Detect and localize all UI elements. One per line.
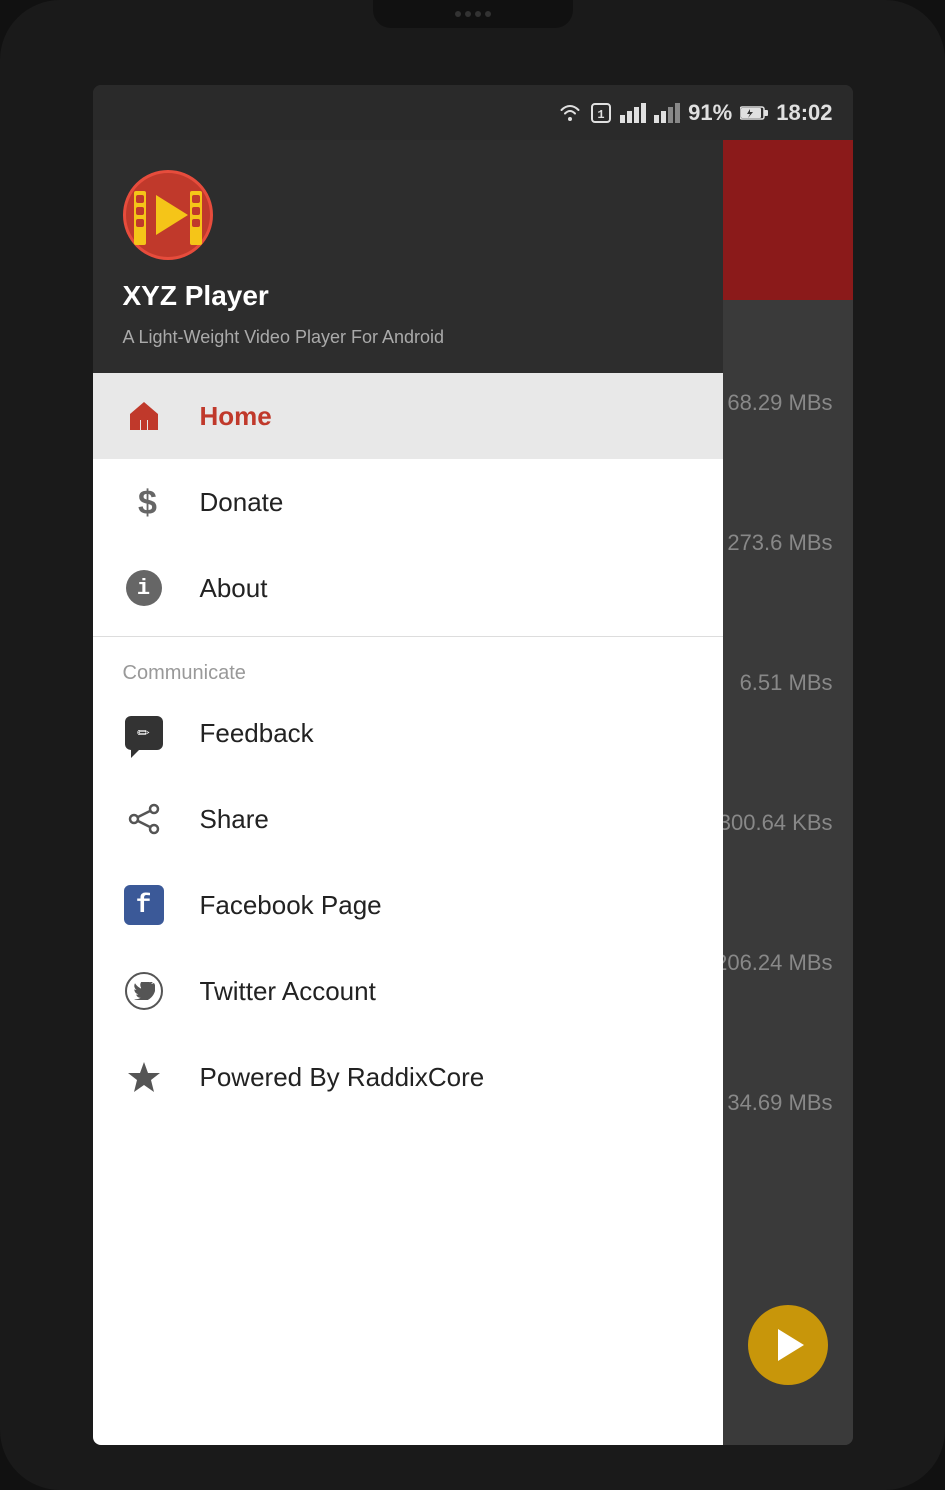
status-icons: 1 91% — [558, 100, 832, 126]
nav-item-powered-label: Powered By RaddixCore — [200, 1062, 485, 1093]
fab-play-button[interactable] — [748, 1305, 828, 1385]
nav-items: Home $ Donate i — [93, 373, 723, 1445]
navigation-drawer: XYZ Player A Light-Weight Video Player F… — [93, 140, 723, 1445]
filesize-1: 68.29 MBs — [727, 390, 832, 416]
nav-item-home[interactable]: Home — [93, 373, 723, 459]
star-icon — [123, 1056, 165, 1098]
info-icon: i — [123, 567, 165, 609]
nav-section-communicate: Communicate — [93, 642, 723, 690]
dollar-icon: $ — [123, 481, 165, 523]
nav-item-facebook[interactable]: f Facebook Page — [93, 862, 723, 948]
app-name: XYZ Player — [123, 280, 693, 312]
nav-item-home-label: Home — [200, 401, 272, 432]
nav-item-powered[interactable]: Powered By RaddixCore — [93, 1034, 723, 1120]
app-subtitle: A Light-Weight Video Player For Android — [123, 327, 693, 348]
content-area: 68.29 MBs 273.6 MBs 6.51 MBs 300.64 KBs … — [93, 140, 853, 1445]
nav-item-donate-label: Donate — [200, 487, 284, 518]
dark-red-header — [708, 140, 853, 300]
play-icon-logo — [156, 195, 188, 235]
battery-icon — [740, 105, 768, 121]
svg-text:1: 1 — [598, 108, 605, 122]
facebook-icon: f — [123, 884, 165, 926]
nav-item-share-label: Share — [200, 804, 269, 835]
nav-item-share[interactable]: Share — [93, 776, 723, 862]
signal-icon — [620, 103, 646, 123]
filesize-2: 273.6 MBs — [727, 530, 832, 556]
filesize-4: 300.64 KBs — [719, 810, 833, 836]
signal2-icon — [654, 103, 680, 123]
notification-icon: 1 — [590, 102, 612, 124]
app-logo — [123, 170, 213, 260]
feedback-icon: ✎ — [123, 712, 165, 754]
film-strip-left — [134, 191, 146, 245]
nav-item-donate[interactable]: $ Donate — [93, 459, 723, 545]
status-bar: 1 91% — [93, 85, 853, 140]
battery-percent: 91% — [688, 100, 732, 126]
phone-frame: 1 91% — [0, 0, 945, 1490]
phone-notch — [373, 0, 573, 28]
time-display: 18:02 — [776, 100, 832, 126]
film-strip-right — [190, 191, 202, 245]
nav-item-feedback[interactable]: ✎ Feedback — [93, 690, 723, 776]
filesize-6: 34.69 MBs — [727, 1090, 832, 1116]
filesize-3: 6.51 MBs — [740, 670, 833, 696]
share-icon — [123, 798, 165, 840]
nav-item-facebook-label: Facebook Page — [200, 890, 382, 921]
filesize-5: 206.24 MBs — [715, 950, 832, 976]
svg-text:$: $ — [138, 484, 157, 520]
fab-play-icon — [778, 1329, 804, 1361]
screen: 1 91% — [93, 85, 853, 1445]
nav-item-about[interactable]: i About — [93, 545, 723, 631]
twitter-icon — [123, 970, 165, 1012]
nav-item-about-label: About — [200, 573, 268, 604]
home-icon — [123, 395, 165, 437]
nav-divider — [93, 636, 723, 637]
wifi-icon — [558, 103, 582, 123]
nav-item-feedback-label: Feedback — [200, 718, 314, 749]
nav-item-twitter[interactable]: Twitter Account — [93, 948, 723, 1034]
drawer-header: XYZ Player A Light-Weight Video Player F… — [93, 140, 723, 373]
nav-item-twitter-label: Twitter Account — [200, 976, 376, 1007]
